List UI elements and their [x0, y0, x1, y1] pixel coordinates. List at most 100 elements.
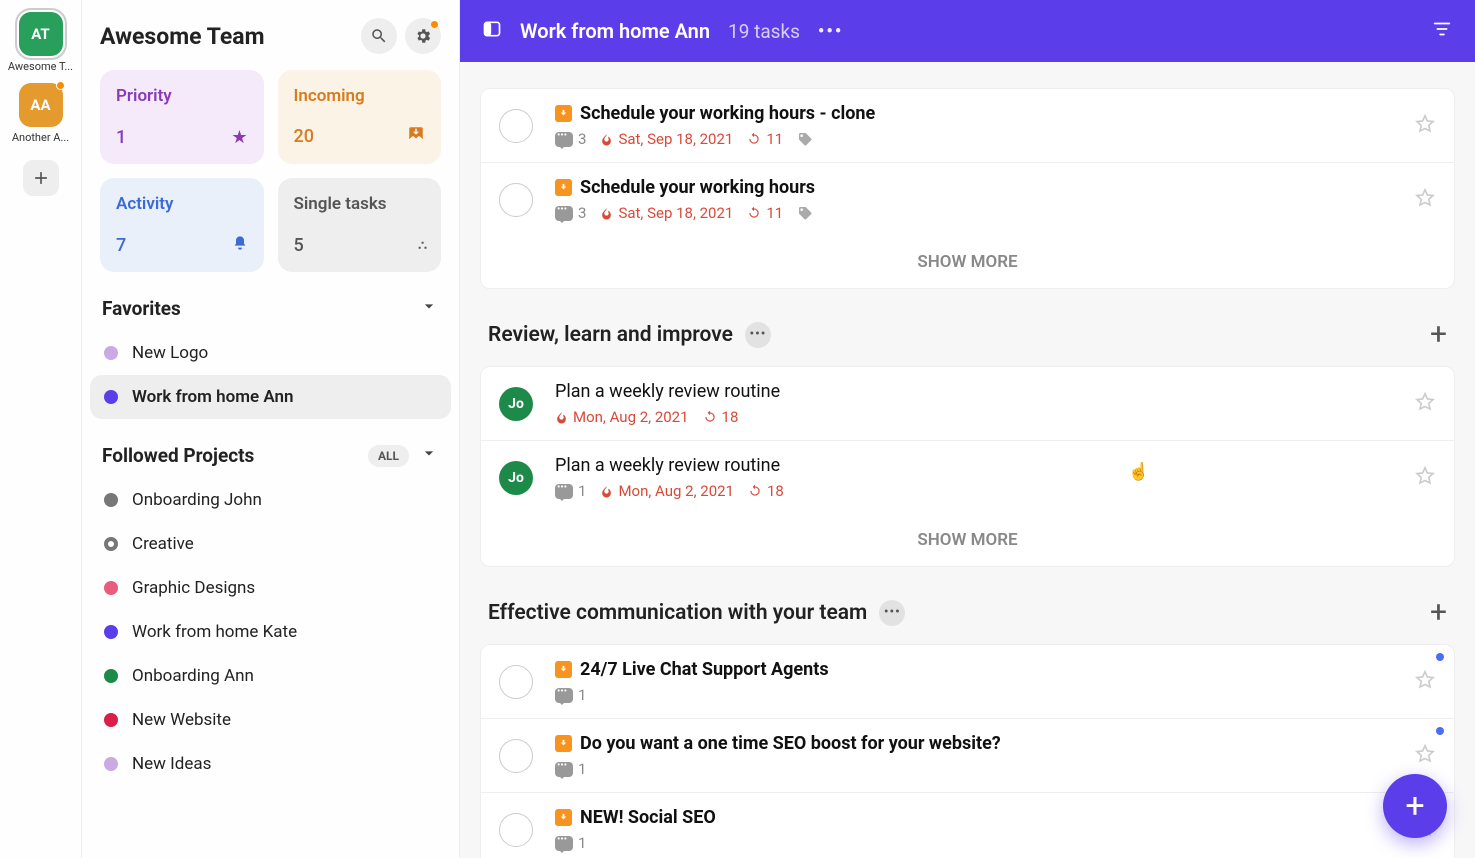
show-more-button[interactable]: SHOW MORE — [481, 236, 1454, 288]
task-row[interactable]: Jo Plan a weekly review routine Mon, Aug… — [481, 367, 1454, 440]
dots-icon: ∴ — [418, 238, 425, 254]
comments-chip: 1 — [555, 686, 586, 704]
show-more-button[interactable]: SHOW MORE — [481, 514, 1454, 566]
add-task-fab[interactable]: + — [1383, 774, 1447, 838]
task-row[interactable]: Schedule your working hours - clone 3 Sa… — [481, 89, 1454, 162]
followed-label: Creative — [132, 534, 194, 554]
followed-label: Onboarding John — [132, 490, 262, 510]
workspace-label: Awesome T... — [2, 60, 80, 73]
favorites-collapse-toggle[interactable] — [419, 296, 439, 321]
unread-dot-icon — [1436, 727, 1444, 735]
due-chip: Sat, Sep 18, 2021 — [600, 204, 733, 222]
activity-card[interactable]: Activity 7 — [100, 178, 264, 272]
task-row[interactable]: Do you want a one time SEO boost for you… — [481, 718, 1454, 792]
task-checkbox[interactable] — [499, 665, 533, 699]
workspace-item[interactable]: AA Another A... — [2, 83, 80, 144]
followed-filter[interactable]: ALL — [368, 445, 409, 467]
followed-heading: Followed Projects — [102, 444, 254, 467]
followed-item[interactable]: Graphic Designs — [90, 566, 451, 610]
followed-item[interactable]: Onboarding Ann — [90, 654, 451, 698]
due-chip: Mon, Aug 2, 2021 — [600, 482, 734, 500]
group-more-button[interactable]: ••• — [745, 322, 771, 348]
project-color-icon — [104, 493, 118, 507]
bell-icon — [232, 235, 248, 256]
repeat-chip: 11 — [747, 204, 783, 222]
group-add-button[interactable]: + — [1430, 317, 1447, 352]
group-title: Review, learn and improve — [488, 323, 733, 347]
favorite-item[interactable]: Work from home Ann — [90, 375, 451, 419]
favorite-star-button[interactable] — [1414, 743, 1436, 769]
comments-chip: 1 — [555, 482, 586, 500]
incoming-card[interactable]: Incoming 20 — [278, 70, 442, 164]
followed-item[interactable]: Work from home Kate — [90, 610, 451, 654]
task-checkbox[interactable] — [499, 739, 533, 773]
favorite-star-button[interactable] — [1414, 187, 1436, 213]
filter-icon[interactable] — [1431, 18, 1453, 44]
favorite-star-button[interactable] — [1414, 391, 1436, 417]
comments-chip: 1 — [555, 760, 586, 778]
comments-chip: 1 — [555, 834, 586, 852]
task-checkbox[interactable] — [499, 109, 533, 143]
due-chip: Mon, Aug 2, 2021 — [555, 408, 689, 426]
priority-card[interactable]: Priority 1★ — [100, 70, 264, 164]
priority-count: 1 — [116, 127, 126, 148]
due-chip: Sat, Sep 18, 2021 — [600, 130, 733, 148]
group-header: Effective communication with your team •… — [480, 581, 1455, 644]
search-button[interactable] — [361, 18, 397, 54]
group-header: Review, learn and improve ••• + — [480, 303, 1455, 366]
followed-label: Graphic Designs — [132, 578, 255, 598]
followed-item[interactable]: Onboarding John — [90, 478, 451, 522]
tag-icon — [797, 205, 813, 221]
followed-item[interactable]: Creative — [90, 522, 451, 566]
project-color-icon — [104, 713, 118, 727]
favorite-star-button[interactable] — [1414, 113, 1436, 139]
followed-label: New Ideas — [132, 754, 211, 774]
task-row[interactable]: Jo Plan a weekly review routine 1 Mon, A… — [481, 440, 1454, 514]
inbox-badge-icon — [555, 105, 572, 122]
followed-label: Onboarding Ann — [132, 666, 254, 686]
assignee-avatar: Jo — [499, 461, 533, 495]
followed-label: New Website — [132, 710, 231, 730]
activity-count: 7 — [116, 235, 126, 256]
incoming-label: Incoming — [294, 86, 426, 106]
followed-item[interactable]: New Ideas — [90, 742, 451, 786]
followed-item[interactable]: New Website — [90, 698, 451, 742]
task-title: NEW! Social SEO — [580, 807, 716, 828]
project-color-icon — [104, 669, 118, 683]
task-row[interactable]: Schedule your working hours 3 Sat, Sep 1… — [481, 162, 1454, 236]
workspace-rail: AT Awesome T... AA Another A... — [0, 0, 82, 858]
repeat-chip: 18 — [748, 482, 784, 500]
panel-toggle-icon[interactable] — [482, 19, 502, 43]
unread-dot-icon — [1436, 653, 1444, 661]
followed-collapse-toggle[interactable] — [419, 443, 439, 468]
task-count: 19 tasks — [728, 20, 800, 43]
workspace-label: Another A... — [2, 131, 80, 144]
task-title: Plan a weekly review routine — [555, 455, 780, 476]
inbox-badge-icon — [555, 179, 572, 196]
project-title: Work from home Ann — [520, 19, 710, 43]
priority-label: Priority — [116, 86, 248, 106]
single-tasks-card[interactable]: Single tasks 5 ∴ — [278, 178, 442, 272]
add-workspace-button[interactable] — [23, 160, 59, 196]
project-more-button[interactable]: ••• — [818, 21, 843, 42]
favorite-star-button[interactable] — [1414, 465, 1436, 491]
project-color-icon — [104, 625, 118, 639]
task-row[interactable]: 24/7 Live Chat Support Agents 1 — [481, 645, 1454, 718]
favorite-star-button[interactable] — [1414, 669, 1436, 695]
task-checkbox[interactable] — [499, 813, 533, 847]
group-more-button[interactable]: ••• — [879, 600, 905, 626]
group-title: Effective communication with your team — [488, 601, 867, 625]
favorites-heading: Favorites — [102, 297, 181, 320]
task-row[interactable]: NEW! Social SEO 1 — [481, 792, 1454, 858]
task-checkbox[interactable] — [499, 183, 533, 217]
project-color-icon — [104, 346, 118, 360]
comments-chip: 3 — [555, 130, 586, 148]
group-add-button[interactable]: + — [1430, 595, 1447, 630]
topbar: Work from home Ann 19 tasks ••• — [460, 0, 1475, 62]
favorite-item[interactable]: New Logo — [90, 331, 451, 375]
workspace-item[interactable]: AT Awesome T... — [2, 12, 80, 73]
task-title: 24/7 Live Chat Support Agents — [580, 659, 829, 680]
task-title: Plan a weekly review routine — [555, 381, 780, 402]
settings-button[interactable] — [405, 18, 441, 54]
activity-label: Activity — [116, 194, 248, 214]
